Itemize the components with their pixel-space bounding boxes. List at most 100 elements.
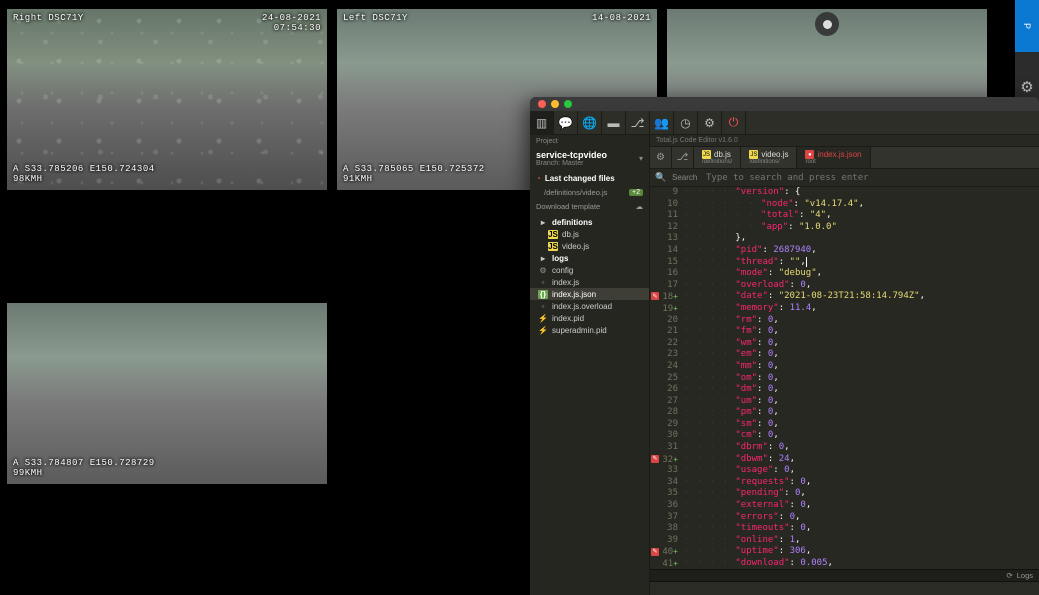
change-marker[interactable]: ✎ xyxy=(651,455,659,463)
diff-badge: +2 xyxy=(629,189,643,196)
cam-label: Right DSC71Y xyxy=(13,13,84,23)
branch-icon[interactable]: ⎇ xyxy=(626,111,650,135)
record-icon[interactable] xyxy=(815,12,839,36)
status-bar: ⟳ Logs xyxy=(650,569,1039,581)
tab-label: index.js.json xyxy=(817,150,861,159)
power-icon[interactable]: ⏻ xyxy=(722,111,746,135)
logs-link[interactable]: Logs xyxy=(1017,571,1033,580)
cam-coords: A S33.785065 E150.725372 91KMH xyxy=(343,164,485,184)
tab-sublabel: /definitions/ xyxy=(749,159,788,165)
gear-icon[interactable]: ⚙ xyxy=(1020,78,1033,96)
clock-icon[interactable]: ◷ xyxy=(674,111,698,135)
file-index.pid[interactable]: ⚡ index.pid xyxy=(530,312,649,324)
tree-item-label: index.js.overload xyxy=(552,302,612,311)
search-icon[interactable]: 🔍 xyxy=(650,172,672,183)
project-name: service-tcpvideo xyxy=(536,150,607,160)
brand-text: Total.js Code Editor v1.6.0 xyxy=(656,137,738,144)
zoom-icon[interactable] xyxy=(564,100,572,108)
tree-item-label: superadmin.pid xyxy=(552,326,607,335)
js-icon: JS xyxy=(548,242,558,251)
code-content[interactable]: · · · · "version": {· · · · · · "node": … xyxy=(682,187,1039,569)
tab-label: db.js xyxy=(714,150,731,159)
change-marker[interactable]: ✎ xyxy=(651,548,659,556)
json-icon: {} xyxy=(538,290,548,299)
cam-datetime: 14-08-2021 xyxy=(592,13,651,23)
last-changed-header[interactable]: ◔ Last changed files xyxy=(530,171,649,186)
tree-item-label: db.js xyxy=(562,230,579,239)
tab-sublabel: /definitions/ xyxy=(702,159,732,165)
tree-item-label: index.js.json xyxy=(552,290,596,299)
tree-item-label: definitions xyxy=(552,218,592,227)
close-icon[interactable] xyxy=(538,100,546,108)
modified-icon: ● xyxy=(805,150,814,159)
editor-brand-bar: Total.js Code Editor v1.6.0 xyxy=(650,135,1039,147)
last-changed-title: Last changed files xyxy=(545,174,615,183)
tab-video.js[interactable]: JSvideo.js/definitions/ xyxy=(741,147,797,168)
file-index.js.json[interactable]: {} index.js.json xyxy=(530,288,649,300)
bottom-bar xyxy=(650,581,1039,595)
last-changed-file[interactable]: /definitions/video.js +2 xyxy=(530,186,649,199)
folder-icon: ▸ xyxy=(538,254,548,263)
file-index.js.overload[interactable]: ▫ index.js.overload xyxy=(530,300,649,312)
project-label: Project xyxy=(530,135,649,146)
sidebar: Project service-tcpvideo Branch: Master … xyxy=(530,135,650,595)
js-icon: JS xyxy=(749,150,758,159)
tab-db.js[interactable]: JSdb.js/definitions/ xyxy=(694,147,741,168)
bolt-icon: ⚡ xyxy=(538,326,548,335)
editor-main: Total.js Code Editor v1.6.0 ⚙ ⎇ JSdb.js/… xyxy=(650,135,1039,595)
globe-icon[interactable]: 🌐 xyxy=(578,111,602,135)
search-input[interactable] xyxy=(706,173,1039,183)
tree-item-label: index.pid xyxy=(552,314,584,323)
tab-sublabel: root xyxy=(805,159,861,165)
cam-label: Left DSC71Y xyxy=(343,13,408,23)
tree-item-label: video.js xyxy=(562,242,589,251)
file-db.js[interactable]: JS db.js xyxy=(530,228,649,240)
tab-settings-icon[interactable]: ⚙ xyxy=(650,147,672,168)
js-icon: JS xyxy=(548,230,558,239)
sidebar-toggle-icon[interactable]: ▥ xyxy=(530,111,554,135)
branch-label: Branch: Master xyxy=(536,160,607,167)
tab-bar: ⚙ ⎇ JSdb.js/definitions/JSvideo.js/defin… xyxy=(650,147,1039,169)
file-tree: ▸definitions JS db.js JS video.js ▸ logs⚙confi… xyxy=(530,214,649,595)
video-tile-4[interactable]: A S33.784807 E150.728729 99KMH xyxy=(7,303,327,484)
project-header[interactable]: service-tcpvideo Branch: Master ▾ xyxy=(530,146,649,171)
tab-branch-icon[interactable]: ⎇ xyxy=(672,147,694,168)
file-superadmin.pid[interactable]: ⚡ superadmin.pid xyxy=(530,324,649,336)
code-area[interactable]: ✎ ✎ ✎ 9101112131415161718+19+2021222324252… xyxy=(650,187,1039,569)
file-icon: ▫ xyxy=(538,278,548,287)
cloud-download-icon: ☁ xyxy=(636,202,644,211)
download-template-label: Download template xyxy=(536,202,600,211)
users-icon[interactable]: 👥 xyxy=(650,111,674,135)
file-path: /definitions/video.js xyxy=(544,188,607,197)
bolt-icon: ⚡ xyxy=(538,314,548,323)
chat-icon[interactable]: 💬 xyxy=(554,111,578,135)
js-icon: JS xyxy=(702,150,711,159)
file-config[interactable]: ⚙config xyxy=(530,264,649,276)
change-marker[interactable]: ✎ xyxy=(651,292,659,300)
tree-item-label: logs xyxy=(552,254,568,263)
file-video.js[interactable]: JS video.js xyxy=(530,240,649,252)
cam-coords: A S33.784807 E150.728729 99KMH xyxy=(13,458,155,478)
tab-label: video.js xyxy=(761,150,788,159)
cam-datetime: 24-08-2021 07:54:30 xyxy=(262,13,321,33)
file-index.js[interactable]: ▫ index.js xyxy=(530,276,649,288)
editor-window: ▥ 💬 🌐 ▬ ⎇ 👥 ◷ ⚙ ⏻ Project service-tcpvid… xyxy=(530,97,1039,595)
line-gutter: 9101112131415161718+19+20212223242526272… xyxy=(660,187,682,569)
tree-item-label: config xyxy=(552,266,573,275)
book-icon[interactable]: ▬ xyxy=(602,111,626,135)
refresh-icon[interactable]: ⟳ xyxy=(1006,571,1012,580)
tree-item-label: index.js xyxy=(552,278,579,287)
video-tile-right[interactable]: Right DSC71Y 24-08-2021 07:54:30 A S33.7… xyxy=(7,9,327,190)
window-titlebar[interactable] xyxy=(530,97,1039,111)
settings-icon[interactable]: ⚙ xyxy=(698,111,722,135)
tab-index.js.json[interactable]: ●index.js.jsonroot xyxy=(797,147,870,168)
clock-icon: ◔ xyxy=(536,174,541,183)
folder-definitions[interactable]: ▸definitions xyxy=(530,216,649,228)
minimize-icon[interactable] xyxy=(551,100,559,108)
folder-logs[interactable]: ▸ logs xyxy=(530,252,649,264)
cam-coords: A S33.785206 E150.724304 98KMH xyxy=(13,164,155,184)
file-icon: ▫ xyxy=(538,302,548,311)
side-tab[interactable]: P xyxy=(1015,0,1039,52)
download-template[interactable]: Download template ☁ xyxy=(530,199,649,214)
chevron-down-icon[interactable]: ▾ xyxy=(639,154,643,163)
